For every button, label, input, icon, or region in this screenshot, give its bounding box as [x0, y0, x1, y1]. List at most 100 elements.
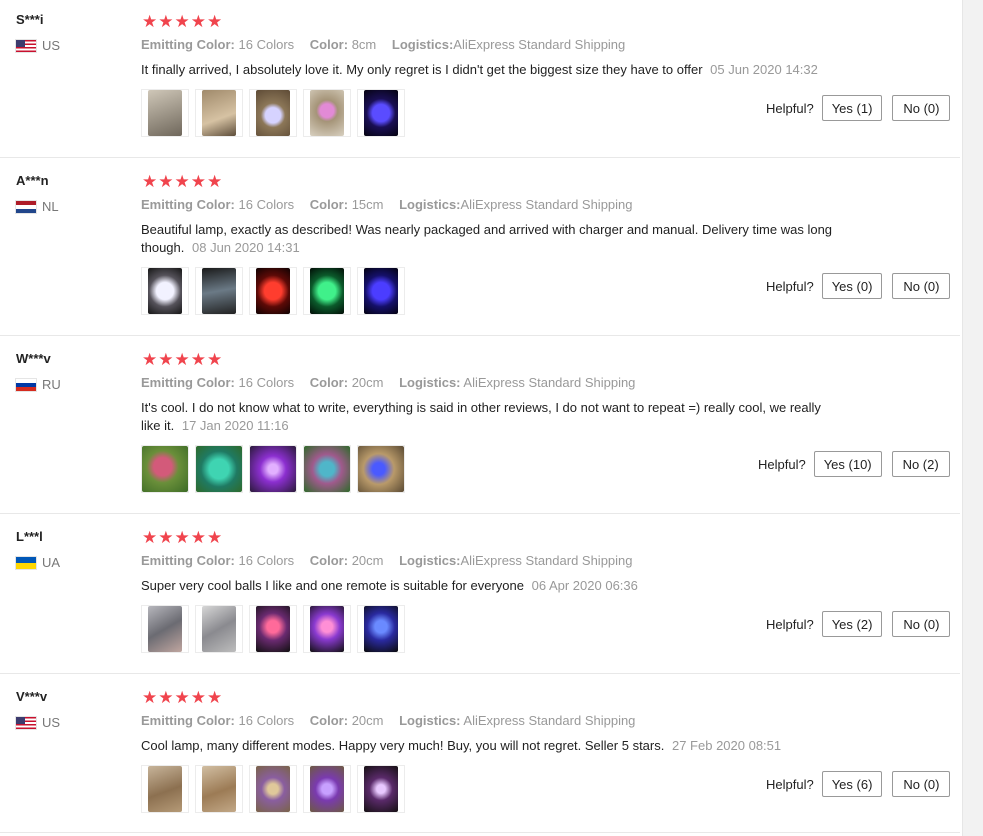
reviewer-name: W***v [16, 351, 51, 366]
helpful-yes-button[interactable]: Yes (0) [821, 273, 883, 299]
helpful-yes-button[interactable]: Yes (1) [821, 95, 883, 121]
emitting-color-value: 16 Colors [238, 197, 295, 212]
color-value: 20cm [351, 553, 384, 568]
review-text: Beautiful lamp, exactly as described! Wa… [141, 221, 841, 257]
product-attributes: Emitting Color: 16 Colors Color: 8cm Log… [141, 37, 637, 52]
review-photo[interactable] [249, 605, 297, 653]
reviewer-country: NL [16, 199, 59, 214]
review-photo[interactable] [303, 445, 351, 493]
review-photo[interactable] [141, 605, 189, 653]
ru-flag-icon [16, 378, 36, 391]
review-photo[interactable] [249, 89, 297, 137]
helpful-yes-button[interactable]: Yes (10) [813, 451, 882, 477]
reviewer-country: RU [16, 377, 61, 392]
logistics-label: Logistics: [399, 375, 461, 390]
color-value: 15cm [351, 197, 384, 212]
us-flag-icon [16, 716, 36, 729]
emitting-color-label: Emitting Color: [141, 197, 235, 212]
review-photo[interactable] [303, 89, 351, 137]
review-text: Super very cool balls I like and one rem… [141, 577, 841, 595]
review-photo[interactable] [357, 445, 405, 493]
review-photo[interactable] [303, 267, 351, 315]
review-text: Cool lamp, many different modes. Happy v… [141, 737, 841, 755]
helpful-label: Helpful? [766, 100, 814, 116]
review-photo[interactable] [195, 267, 243, 315]
helpful-vote: Helpful? Yes (0) No (0) [766, 273, 951, 299]
review-photo[interactable] [357, 267, 405, 315]
helpful-yes-button[interactable]: Yes (2) [821, 611, 883, 637]
review-photo[interactable] [303, 605, 351, 653]
star-rating: ★★★★★ [142, 528, 224, 547]
reviewer-name: S***i [16, 12, 44, 27]
review-photo[interactable] [141, 765, 189, 813]
helpful-no-button[interactable]: No (0) [892, 611, 951, 637]
emitting-color-label: Emitting Color: [141, 375, 235, 390]
review-photo[interactable] [303, 765, 351, 813]
helpful-vote: Helpful? Yes (10) No (2) [758, 451, 950, 477]
helpful-label: Helpful? [758, 456, 806, 472]
review-date: 05 Jun 2020 14:32 [710, 62, 818, 77]
logistics-label: Logistics: [391, 37, 454, 52]
reviewer-name: V***v [16, 689, 48, 704]
country-code: UA [42, 555, 61, 570]
helpful-vote: Helpful? Yes (1) No (0) [766, 95, 951, 121]
review-photo[interactable] [357, 605, 405, 653]
review-photo[interactable] [195, 89, 243, 137]
review-photo[interactable] [141, 267, 189, 315]
color-label: Color: [309, 553, 349, 568]
emitting-color-value: 16 Colors [238, 375, 295, 390]
review-photo[interactable] [249, 267, 297, 315]
color-label: Color: [309, 37, 349, 52]
photo-strip [141, 267, 405, 315]
helpful-vote: Helpful? Yes (2) No (0) [766, 611, 951, 637]
review-photo[interactable] [141, 89, 189, 137]
logistics-label: Logistics: [399, 713, 461, 728]
review-photo[interactable] [195, 445, 243, 493]
logistics-value: AliExpress Standard Shipping [460, 553, 633, 568]
review-date: 08 Jun 2020 14:31 [192, 240, 300, 255]
review-item: S***i US ★★★★★ Emitting Color: 16 Colors… [0, 0, 960, 158]
helpful-no-button[interactable]: No (2) [891, 451, 950, 477]
review-item: W***v RU ★★★★★ Emitting Color: 16 Colors… [0, 336, 960, 514]
review-item: V***v US ★★★★★ Emitting Color: 16 Colors… [0, 674, 960, 833]
review-photo[interactable] [195, 765, 243, 813]
review-text: It's cool. I do not know what to write, … [141, 399, 841, 435]
helpful-no-button[interactable]: No (0) [892, 273, 951, 299]
star-rating: ★★★★★ [142, 350, 224, 369]
photo-strip [141, 89, 405, 137]
review-item: A***n NL ★★★★★ Emitting Color: 16 Colors… [0, 158, 960, 336]
color-value: 20cm [351, 713, 384, 728]
helpful-label: Helpful? [766, 616, 814, 632]
photo-strip [141, 765, 405, 813]
emitting-color-value: 16 Colors [238, 37, 295, 52]
ua-flag-icon [16, 556, 36, 569]
review-photo[interactable] [249, 765, 297, 813]
star-rating: ★★★★★ [142, 172, 224, 191]
photo-strip [141, 605, 405, 653]
review-photo[interactable] [249, 445, 297, 493]
helpful-yes-button[interactable]: Yes (6) [821, 771, 883, 797]
review-photo[interactable] [357, 765, 405, 813]
scrollbar-track[interactable] [962, 0, 983, 836]
product-attributes: Emitting Color: 16 Colors Color: 20cm Lo… [141, 553, 645, 568]
nl-flag-icon [16, 200, 36, 213]
review-text: It finally arrived, I absolutely love it… [141, 61, 841, 79]
review-photo[interactable] [195, 605, 243, 653]
emitting-color-label: Emitting Color: [141, 713, 235, 728]
color-label: Color: [309, 197, 349, 212]
product-attributes: Emitting Color: 16 Colors Color: 15cm Lo… [141, 197, 645, 212]
color-value: 8cm [351, 37, 377, 52]
review-photo[interactable] [141, 445, 189, 493]
helpful-vote: Helpful? Yes (6) No (0) [766, 771, 951, 797]
review-item: L***l UA ★★★★★ Emitting Color: 16 Colors… [0, 514, 960, 674]
product-attributes: Emitting Color: 16 Colors Color: 20cm Lo… [141, 375, 647, 390]
helpful-label: Helpful? [766, 776, 814, 792]
review-body: Super very cool balls I like and one rem… [141, 578, 524, 593]
emitting-color-label: Emitting Color: [141, 37, 235, 52]
star-rating: ★★★★★ [142, 12, 224, 31]
helpful-no-button[interactable]: No (0) [892, 771, 951, 797]
logistics-value: AliExpress Standard Shipping [463, 713, 636, 728]
review-photo[interactable] [357, 89, 405, 137]
helpful-no-button[interactable]: No (0) [892, 95, 951, 121]
color-label: Color: [309, 713, 349, 728]
